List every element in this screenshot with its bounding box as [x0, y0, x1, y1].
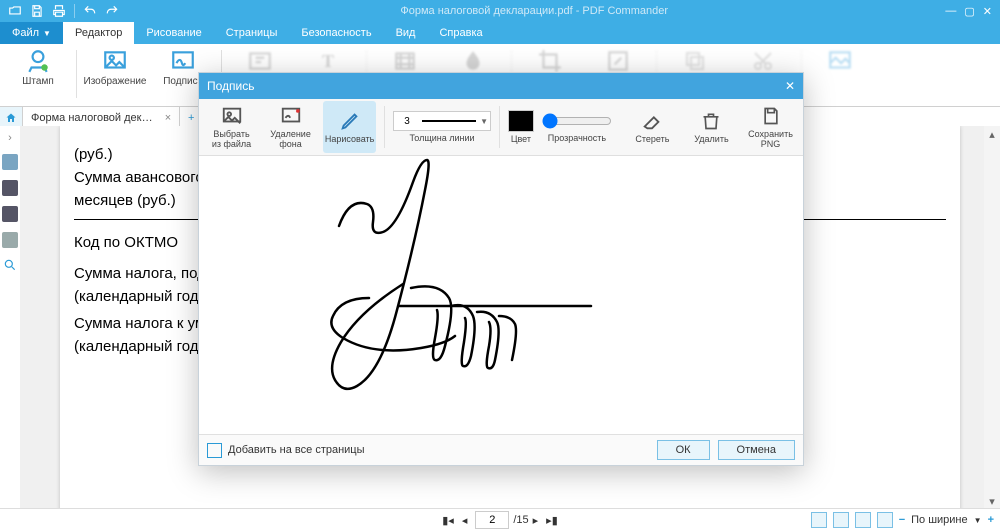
tool-remove-bg[interactable]: Удаление фона — [264, 101, 317, 153]
signature-icon — [170, 48, 196, 74]
tool-draw[interactable]: Нарисовать — [323, 101, 376, 153]
dialog-toolbar: Выбрать из файла Удаление фона Нарисоват… — [199, 99, 803, 156]
menu-drawing[interactable]: Рисование — [134, 22, 213, 44]
tool-from-file[interactable]: Выбрать из файла — [205, 101, 258, 153]
window-title: Форма налоговой декларации.pdf - PDF Com… — [123, 5, 945, 17]
view-mode-2[interactable] — [833, 512, 849, 528]
page-total: /15 — [513, 514, 528, 526]
first-page-icon[interactable]: ▮◂ — [438, 514, 458, 527]
eraser-icon — [641, 110, 663, 132]
title-bar: Форма налоговой декларации.pdf - PDF Com… — [0, 0, 1000, 22]
menu-help[interactable]: Справка — [427, 22, 494, 44]
search-icon[interactable] — [3, 258, 17, 272]
collapse-icon[interactable]: › — [8, 132, 12, 144]
ribbon-text[interactable]: T — [298, 46, 358, 74]
opacity-slider[interactable] — [542, 113, 612, 129]
dialog-title: Подпись — [207, 79, 255, 93]
ribbon-image[interactable]: Изображение — [85, 46, 145, 87]
pencil-icon — [339, 110, 361, 132]
ribbon-cut[interactable] — [733, 46, 793, 74]
maximize-icon[interactable]: ▢ — [964, 5, 974, 18]
view-mode-4[interactable] — [877, 512, 893, 528]
prev-page-icon[interactable]: ◂ — [458, 514, 472, 527]
tool-delete[interactable]: Удалить — [685, 101, 738, 153]
image-icon — [102, 48, 128, 74]
view-mode-3[interactable] — [855, 512, 871, 528]
dialog-close-icon[interactable]: ✕ — [785, 79, 795, 93]
tool-save-png[interactable]: Сохранить PNG — [744, 101, 797, 153]
menu-pages[interactable]: Страницы — [214, 22, 290, 44]
opacity-control: Прозрачность — [540, 111, 614, 143]
color-control: Цвет — [508, 110, 534, 144]
trash-icon — [701, 110, 721, 132]
zoom-in-icon[interactable]: + — [988, 514, 994, 526]
ribbon-copy[interactable] — [665, 46, 725, 74]
print-icon[interactable] — [48, 1, 70, 21]
sb-thumbs[interactable] — [2, 154, 18, 170]
ribbon-stamp[interactable]: Штамп — [8, 46, 68, 87]
tool-erase[interactable]: Стереть — [626, 101, 679, 153]
color-swatch[interactable] — [508, 110, 534, 132]
cancel-button[interactable]: Отмена — [718, 440, 795, 460]
zoom-label[interactable]: По ширине — [911, 514, 968, 526]
next-page-icon[interactable]: ▸ — [529, 514, 543, 527]
sb-attachments[interactable] — [2, 206, 18, 222]
status-bar: ▮◂ ◂ /15 ▸ ▸▮ − По ширине ▼ + — [0, 508, 1000, 531]
line-width-input[interactable] — [396, 115, 418, 128]
image-file-icon — [221, 105, 243, 127]
ribbon-fill[interactable] — [443, 46, 503, 74]
undo-icon[interactable] — [79, 1, 101, 21]
line-width-control: ▼ Толщина линии — [393, 111, 491, 143]
last-page-icon[interactable]: ▸▮ — [542, 514, 562, 527]
redo-icon[interactable] — [101, 1, 123, 21]
menu-bar: Файл▼ Редактор Рисование Страницы Безопа… — [0, 22, 1000, 44]
save-icon[interactable] — [26, 1, 48, 21]
menu-editor[interactable]: Редактор — [63, 22, 134, 44]
menu-security[interactable]: Безопасность — [289, 22, 383, 44]
line-width-dropdown[interactable]: ▼ — [393, 111, 491, 131]
ok-button[interactable]: ОК — [657, 440, 710, 460]
open-icon[interactable] — [4, 1, 26, 21]
ribbon-film[interactable] — [375, 46, 435, 74]
ribbon-crop[interactable] — [520, 46, 580, 74]
doc-tab-label: Форма налоговой декла... — [31, 112, 159, 124]
zoom-dropdown-icon[interactable]: ▼ — [974, 516, 982, 525]
menu-file[interactable]: Файл▼ — [0, 22, 63, 44]
all-pages-checkbox[interactable] — [207, 443, 222, 458]
line-preview — [422, 120, 476, 122]
minimize-icon[interactable]: — — [945, 5, 956, 18]
remove-bg-icon — [280, 105, 302, 127]
scroll-up-icon[interactable]: ▴ — [984, 126, 1000, 142]
chevron-down-icon[interactable]: ▼ — [480, 117, 488, 126]
scroll-down-icon[interactable]: ▾ — [984, 493, 1000, 509]
all-pages-label: Добавить на все страницы — [228, 444, 365, 456]
sb-comments[interactable] — [2, 232, 18, 248]
signature-dialog: Подпись ✕ Выбрать из файла Удаление фона… — [198, 72, 804, 466]
ribbon-picture[interactable] — [810, 46, 870, 74]
zoom-out-icon[interactable]: − — [899, 514, 905, 526]
sb-bookmarks[interactable] — [2, 180, 18, 196]
vertical-scrollbar[interactable]: ▴ ▾ — [984, 126, 1000, 509]
ribbon-textbox[interactable] — [230, 46, 290, 74]
page-input[interactable] — [475, 511, 509, 529]
side-panel: › — [0, 126, 21, 509]
save-png-icon — [761, 105, 781, 127]
view-mode-1[interactable] — [811, 512, 827, 528]
dialog-footer: Добавить на все страницы ОК Отмена — [199, 434, 803, 465]
close-window-icon[interactable]: ✕ — [983, 5, 992, 18]
drawn-signature — [199, 156, 803, 434]
menu-view[interactable]: Вид — [384, 22, 428, 44]
stamp-icon — [25, 48, 51, 74]
close-tab-icon[interactable]: × — [165, 112, 171, 124]
signature-canvas[interactable] — [199, 156, 803, 434]
ribbon-resize[interactable] — [588, 46, 648, 74]
dialog-titlebar[interactable]: Подпись ✕ — [199, 73, 803, 99]
